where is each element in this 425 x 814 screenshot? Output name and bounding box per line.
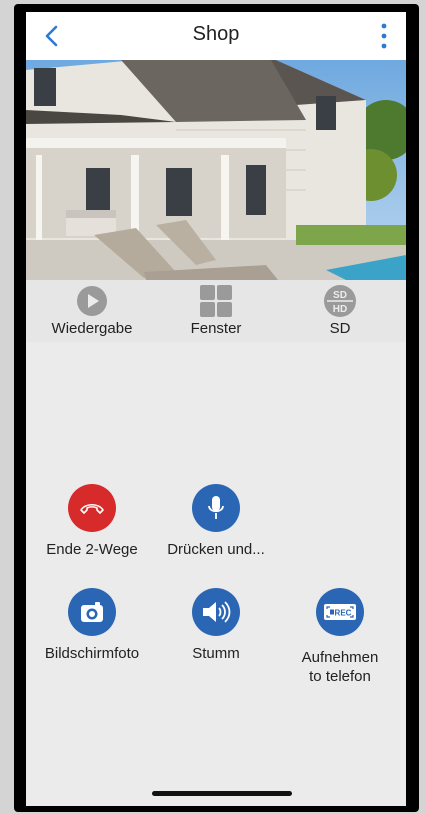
home-indicator[interactable] <box>152 791 292 796</box>
more-vertical-icon <box>381 23 387 49</box>
screenshot-button[interactable]: Bildschirmfoto <box>27 588 157 663</box>
top-bar: Shop <box>26 12 406 60</box>
camera-icon <box>81 602 103 622</box>
live-video-feed[interactable] <box>26 60 406 280</box>
record-to-phone-button[interactable]: REC Aufnehmen to telefon <box>275 588 405 686</box>
push-to-talk-button[interactable]: Drücken und... <box>151 484 281 559</box>
end-two-way-button[interactable]: Ende 2-Wege <box>27 484 157 559</box>
mute-label: Stumm <box>192 645 240 662</box>
sd-hd-icon: SD HD <box>324 285 356 317</box>
mute-button[interactable]: Stumm <box>151 588 281 663</box>
talk-circle <box>192 484 240 532</box>
playback-label: Wiedergabe <box>51 320 133 337</box>
rec-icon: REC <box>324 604 356 620</box>
record-label-line2: to telefon <box>309 668 371 685</box>
play-circle-icon <box>77 286 107 316</box>
grid-icon <box>200 285 232 317</box>
control-strip: Wiedergabe Fenster SD HD SD <box>26 280 406 342</box>
quality-button[interactable]: SD HD SD <box>285 284 395 337</box>
quality-badge-top: SD <box>333 290 347 301</box>
app-screen: Shop Wiedergabe Fenster SD HD SD Ende 2-… <box>26 12 406 806</box>
microphone-icon <box>208 496 224 519</box>
screenshot-circle <box>68 588 116 636</box>
quality-label: SD <box>329 320 351 337</box>
screenshot-label: Bildschirmfoto <box>44 645 140 662</box>
window-button[interactable]: Fenster <box>161 284 271 337</box>
end-two-way-label: Ende 2-Wege <box>46 541 138 558</box>
camera-image <box>26 60 406 280</box>
record-circle: REC <box>316 588 364 636</box>
window-label: Fenster <box>190 320 242 337</box>
phone-hangup-icon <box>80 503 104 514</box>
playback-button[interactable]: Wiedergabe <box>37 284 147 337</box>
push-to-talk-label: Drücken und... <box>167 541 265 558</box>
hangup-circle <box>68 484 116 532</box>
rec-badge: REC <box>335 609 352 618</box>
record-label-line1: Aufnehmen <box>301 649 379 666</box>
mute-circle <box>192 588 240 636</box>
phone-frame: Shop Wiedergabe Fenster SD HD SD Ende 2-… <box>14 4 419 812</box>
action-panel: Ende 2-Wege Drücken und... Bildschirmfot… <box>26 342 406 806</box>
quality-badge-bottom: HD <box>333 304 347 315</box>
page-title: Shop <box>192 23 240 45</box>
more-menu-button[interactable] <box>374 20 394 52</box>
speaker-icon <box>203 601 231 623</box>
